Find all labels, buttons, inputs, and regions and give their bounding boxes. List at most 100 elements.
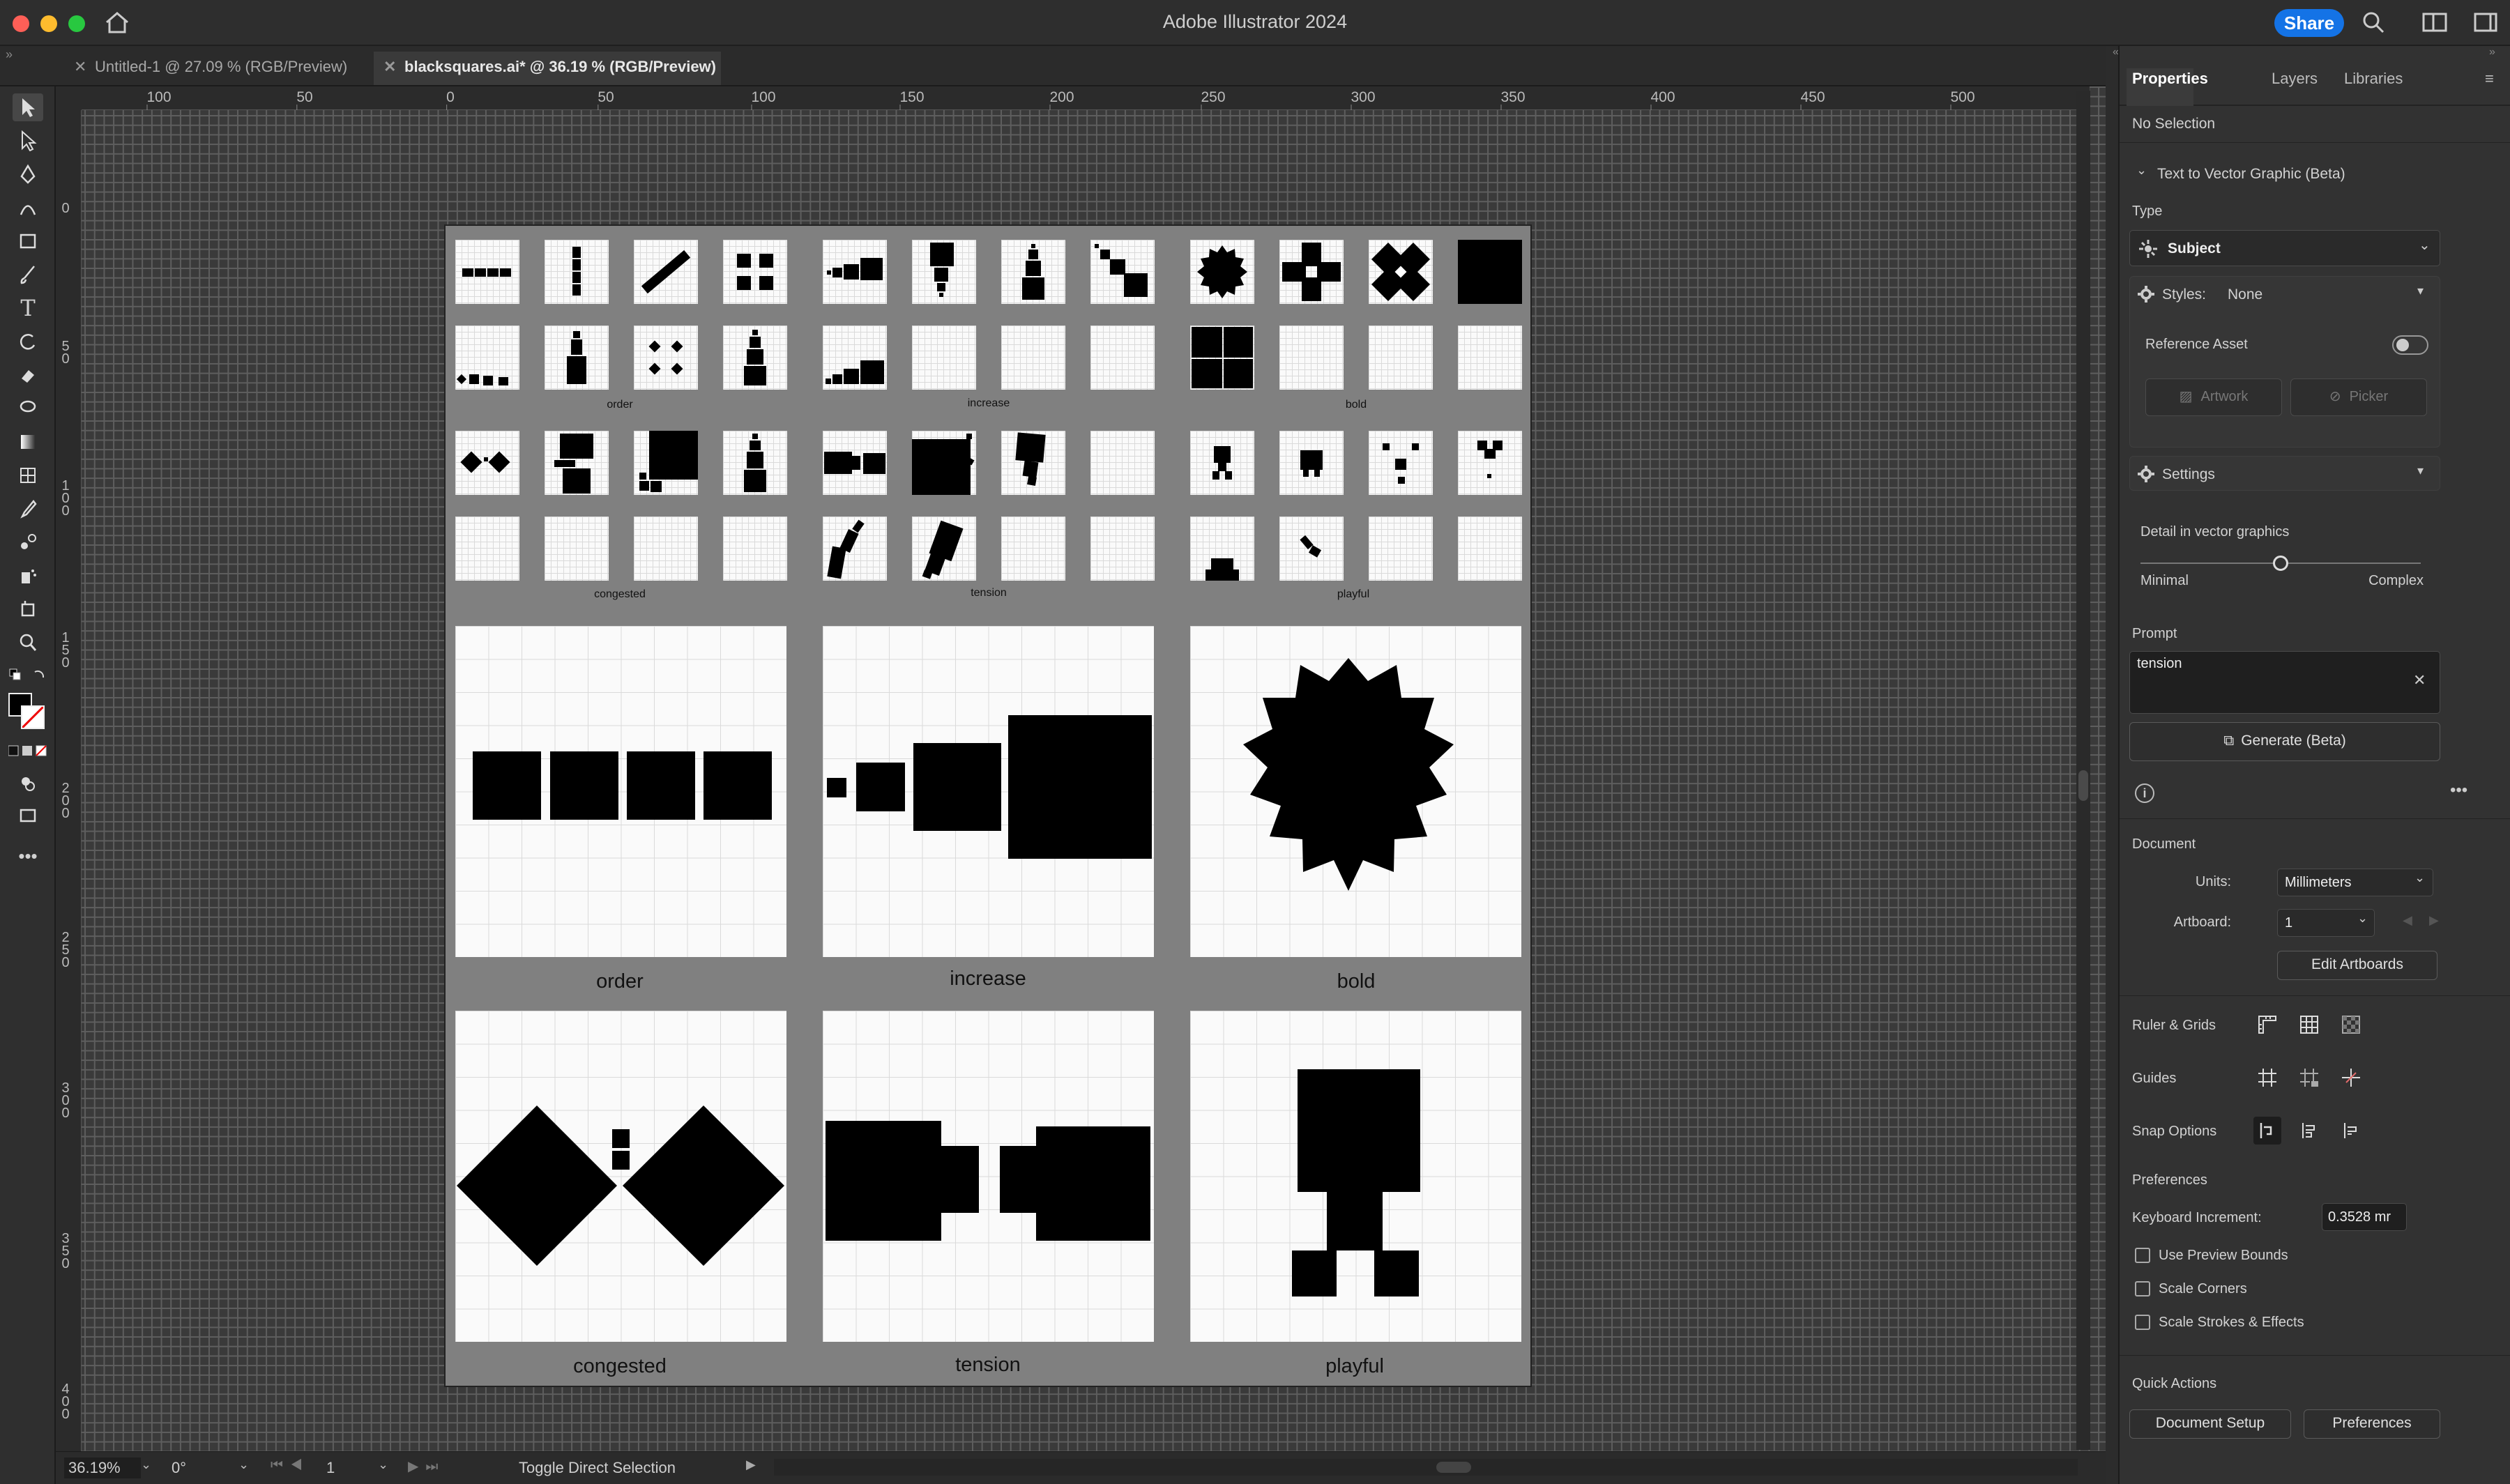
- thumb-empty[interactable]: [634, 517, 698, 581]
- thumb-playful-1[interactable]: [1190, 431, 1254, 495]
- horizontal-ruler[interactable]: 100 50 0 50 100 150 200 250 300 350 400 …: [82, 86, 2090, 110]
- thumb-playful-5[interactable]: [1190, 517, 1254, 581]
- share-button[interactable]: Share: [2274, 9, 2344, 37]
- units-select[interactable]: Millimeters ⌄: [2277, 869, 2433, 896]
- lock-guides-icon[interactable]: [2295, 1064, 2323, 1092]
- default-colors-icon[interactable]: [7, 666, 49, 687]
- large-bold[interactable]: [1190, 626, 1521, 957]
- more-tools-icon[interactable]: •••: [13, 842, 43, 870]
- thumb-congested-4[interactable]: [723, 431, 787, 495]
- thumb-empty[interactable]: [1279, 326, 1344, 390]
- thumb-order-3[interactable]: [634, 240, 698, 304]
- use-preview-bounds-checkbox[interactable]: [2135, 1248, 2150, 1263]
- thumb-empty[interactable]: [1001, 517, 1065, 581]
- thumb-increase-1[interactable]: [823, 240, 887, 304]
- close-tab-icon[interactable]: ✕: [74, 52, 86, 82]
- zoom-window-button[interactable]: [68, 15, 85, 32]
- mesh-tool-icon[interactable]: [13, 461, 43, 489]
- artboard[interactable]: order increase bold congested tension pl…: [444, 224, 1532, 1387]
- screen-mode-icon[interactable]: [13, 802, 43, 829]
- artboard-select[interactable]: 1 ⌄: [2277, 909, 2375, 937]
- prompt-input[interactable]: tension ✕: [2129, 651, 2440, 714]
- thumb-bold-5[interactable]: [1190, 326, 1254, 390]
- symbol-sprayer-tool-icon[interactable]: [13, 562, 43, 590]
- zoom-tool-icon[interactable]: [13, 629, 43, 657]
- picker-button[interactable]: ⊘ Picker: [2290, 378, 2427, 416]
- thumb-empty[interactable]: [912, 326, 976, 390]
- gradient-tool-icon[interactable]: [13, 428, 43, 456]
- section-text-to-vector[interactable]: Text to Vector Graphic (Beta): [2157, 166, 2345, 183]
- artwork-button[interactable]: ▨ Artwork: [2145, 378, 2282, 416]
- next-artboard-icon[interactable]: ▶: [2429, 913, 2439, 928]
- thumb-bold-4[interactable]: [1458, 240, 1522, 304]
- more-options-icon[interactable]: •••: [2450, 781, 2467, 800]
- paintbrush-tool-icon[interactable]: [13, 261, 43, 289]
- fill-stroke-swatch[interactable]: [8, 693, 47, 732]
- home-icon[interactable]: [105, 11, 130, 33]
- clear-prompt-icon[interactable]: ✕: [2413, 671, 2426, 689]
- scale-corners-checkbox[interactable]: [2135, 1281, 2150, 1296]
- selection-tool-icon[interactable]: [13, 93, 43, 121]
- thumb-order-5[interactable]: [455, 326, 519, 390]
- thumb-order-6[interactable]: [545, 326, 609, 390]
- thumb-order-4[interactable]: [723, 240, 787, 304]
- draw-mode-icon[interactable]: [13, 770, 43, 797]
- artboard-number-field[interactable]: 1: [322, 1458, 364, 1478]
- thumb-congested-1[interactable]: [455, 431, 519, 495]
- direct-selection-tool-icon[interactable]: [13, 127, 43, 155]
- large-tension[interactable]: [823, 1011, 1154, 1342]
- thumb-empty[interactable]: [1369, 517, 1433, 581]
- generate-button[interactable]: ⧉ Generate (Beta): [2129, 722, 2440, 761]
- large-order[interactable]: [455, 626, 786, 957]
- collapse-panel-icon[interactable]: »: [2489, 46, 2495, 59]
- thumb-tension-3[interactable]: [1001, 431, 1065, 495]
- expand-toolbar-icon[interactable]: »: [6, 47, 13, 62]
- thumb-congested-3[interactable]: [634, 431, 698, 495]
- stroke-swatch[interactable]: [21, 705, 45, 729]
- thumb-increase-2[interactable]: [912, 240, 976, 304]
- keyboard-increment-input[interactable]: 0.3528 mr: [2322, 1203, 2407, 1231]
- thumb-bold-2[interactable]: [1279, 240, 1344, 304]
- tab-properties[interactable]: Properties: [2132, 70, 2208, 88]
- tab-layers[interactable]: Layers: [2272, 70, 2318, 88]
- vertical-scrollbar[interactable]: [2076, 91, 2090, 1450]
- rectangle-tool-icon[interactable]: [13, 227, 43, 255]
- tool-hint-arrow-icon[interactable]: ▶: [746, 1458, 756, 1472]
- thumb-tension-5[interactable]: [912, 517, 976, 581]
- document-setup-button[interactable]: Document Setup: [2129, 1409, 2291, 1439]
- reference-asset-toggle[interactable]: [2392, 335, 2428, 355]
- type-select[interactable]: Subject ⌄: [2129, 230, 2440, 266]
- scale-strokes-checkbox[interactable]: [2135, 1315, 2150, 1330]
- thumb-playful-2[interactable]: [1279, 431, 1344, 495]
- arrange-documents-icon[interactable]: [2422, 12, 2447, 33]
- thumb-empty[interactable]: [1458, 326, 1522, 390]
- thumb-playful-4[interactable]: [1458, 431, 1522, 495]
- eraser-tool-icon[interactable]: [13, 361, 43, 389]
- grid-icon[interactable]: [2295, 1011, 2323, 1039]
- rotation-dropdown-chevron-icon[interactable]: ⌄: [238, 1458, 249, 1472]
- thumb-empty[interactable]: [1458, 517, 1522, 581]
- thumb-tension-4[interactable]: [823, 517, 887, 581]
- transparency-grid-icon[interactable]: [2337, 1011, 2365, 1039]
- rotate-tool-icon[interactable]: [13, 328, 43, 355]
- scroll-thumb[interactable]: [2078, 770, 2088, 801]
- tab-libraries[interactable]: Libraries: [2344, 70, 2403, 88]
- tab-untitled-1[interactable]: ✕ Untitled-1 @ 27.09 % (RGB/Preview): [64, 52, 371, 85]
- thumb-empty[interactable]: [1001, 326, 1065, 390]
- large-increase[interactable]: [823, 626, 1154, 957]
- tab-blacksquares[interactable]: ✕ blacksquares.ai* @ 36.19 % (RGB/Previe…: [374, 52, 721, 85]
- minimize-window-button[interactable]: [40, 15, 57, 32]
- snap-to-pixel-icon[interactable]: [2295, 1117, 2323, 1145]
- horizontal-scrollbar[interactable]: [774, 1459, 2078, 1476]
- search-icon[interactable]: [2361, 10, 2386, 35]
- edit-artboards-button[interactable]: Edit Artboards: [2277, 951, 2437, 980]
- thumb-congested-2[interactable]: [545, 431, 609, 495]
- thumb-empty[interactable]: [1090, 326, 1155, 390]
- chevron-down-icon[interactable]: ▾: [2417, 284, 2424, 298]
- thumb-increase-4[interactable]: [1090, 240, 1155, 304]
- detail-slider-thumb[interactable]: [2273, 556, 2288, 571]
- snap-to-glyph-icon[interactable]: [2337, 1117, 2365, 1145]
- artboard-tool-icon[interactable]: [13, 595, 43, 623]
- thumb-empty[interactable]: [455, 517, 519, 581]
- show-guides-icon[interactable]: [2253, 1064, 2281, 1092]
